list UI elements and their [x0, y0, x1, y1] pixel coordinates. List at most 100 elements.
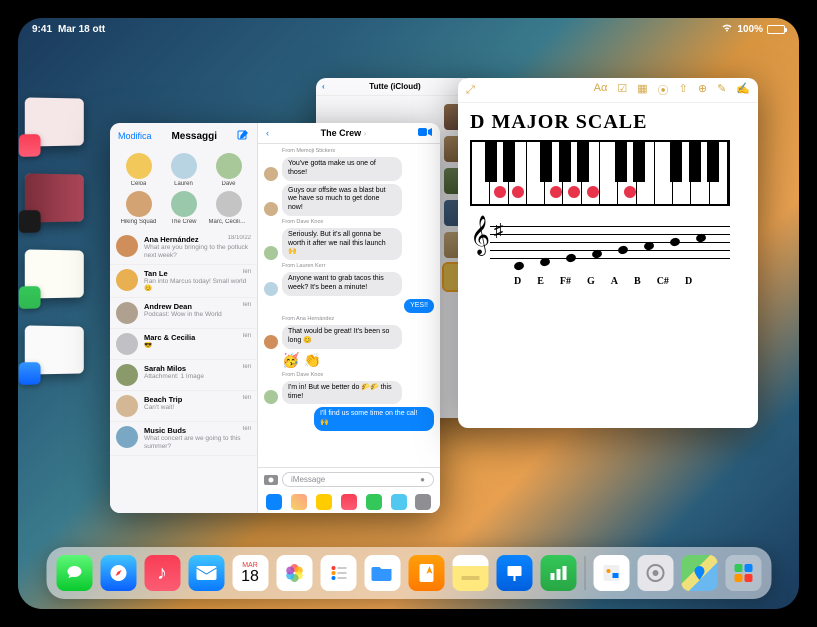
- conversation-row[interactable]: Ana Hernández18/10/22 What are you bring…: [110, 231, 257, 265]
- black-key: [615, 142, 627, 182]
- black-key: [689, 142, 701, 182]
- dock-messages-icon[interactable]: [56, 555, 92, 591]
- messages-window[interactable]: Modifica Messaggi CeloaLaurenDaveHiking …: [110, 123, 440, 513]
- avatar: [264, 167, 278, 181]
- conversation-row[interactable]: Sarah MilosIeri Attachment: 1 Image: [110, 360, 257, 391]
- note-label: C#: [657, 276, 669, 287]
- music-app-icon[interactable]: [341, 494, 357, 510]
- avatar: [116, 235, 138, 257]
- convo-preview: Ran into Marcus today! Small world 😊: [144, 278, 251, 294]
- dock-pages-icon[interactable]: [408, 555, 444, 591]
- avatar: [126, 191, 152, 217]
- dock-freeform-icon[interactable]: [593, 555, 629, 591]
- convo-preview: What concert are we going to this summer…: [144, 435, 251, 451]
- pinned-name: Celoa: [131, 181, 147, 187]
- table-icon[interactable]: ▦: [637, 82, 647, 98]
- pinned-name: Marc, Cecilia &…: [209, 219, 249, 225]
- message-row[interactable]: Guys our offsite was a blast but we have…: [264, 184, 434, 216]
- pinned-contact[interactable]: The Crew: [163, 191, 204, 225]
- digital-touch-icon[interactable]: [391, 494, 407, 510]
- fullscreen-icon[interactable]: ⤢: [466, 84, 475, 97]
- note-title: D MAJOR SCALE: [470, 111, 746, 134]
- sender-label: From Dave Knox: [282, 372, 434, 378]
- markup-icon[interactable]: ✎: [717, 82, 726, 98]
- message-row[interactable]: I'm in! But we better do 🌮🌮 this time!: [264, 381, 434, 405]
- staff-diagram: 𝄞 ♯: [470, 212, 730, 272]
- convo-name: Beach Trip: [144, 395, 182, 404]
- convo-name: Music Buds: [144, 426, 186, 435]
- message-input[interactable]: iMessage ●: [282, 472, 434, 487]
- camera-icon[interactable]: [264, 473, 278, 487]
- message-row[interactable]: You've gotta make us one of those!: [264, 157, 434, 181]
- notes-window[interactable]: ⤢ Aα ☑ ▦ ⦿ ⇧ ⊕ ✎ ✍ D MAJOR SCALE: [458, 78, 758, 428]
- conversation-row[interactable]: Andrew DeanIeri Podcast: Wow in the Worl…: [110, 298, 257, 329]
- conversation-row[interactable]: Music BudsIeri What concert are we going…: [110, 422, 257, 456]
- message-row[interactable]: Anyone want to grab tacos this week? It'…: [264, 272, 434, 296]
- dock-maps-icon[interactable]: [681, 555, 717, 591]
- dock-calendar-icon[interactable]: MAR 18: [232, 555, 268, 591]
- dock-notes-icon[interactable]: [452, 555, 488, 591]
- convo-preview: 😎: [144, 342, 251, 350]
- conversation-row[interactable]: Marc & CeciliaIeri 😎: [110, 329, 257, 360]
- edit-button[interactable]: Modifica: [118, 131, 152, 141]
- conversation-row[interactable]: Beach TripIeri Can't wait!: [110, 391, 257, 422]
- message-row[interactable]: I'll find us some time on the cal! 🙌: [264, 407, 434, 431]
- message-row[interactable]: That would be great! It's been so long 😊: [264, 325, 434, 349]
- pinned-name: The Crew: [170, 219, 196, 225]
- notes-body[interactable]: D MAJOR SCALE 𝄞 ♯ DEF#GABC#D: [458, 103, 758, 295]
- dock-app-library-icon[interactable]: [725, 555, 761, 591]
- camera-add-icon[interactable]: ⦿: [658, 82, 669, 98]
- convo-preview: Podcast: Wow in the World: [144, 311, 251, 319]
- new-note-icon[interactable]: ✍: [736, 82, 750, 98]
- tapback-icon[interactable]: 👏: [303, 352, 320, 369]
- scale-dot: [568, 186, 580, 198]
- dock-music-icon[interactable]: ♪: [144, 555, 180, 591]
- dock-separator: [584, 556, 585, 590]
- dock-photos-icon[interactable]: [276, 555, 312, 591]
- scale-dot: [494, 186, 506, 198]
- stickers-icon[interactable]: [366, 494, 382, 510]
- battery-pct: 100%: [737, 24, 763, 35]
- thread-name[interactable]: The Crew: [321, 128, 362, 138]
- compose-icon[interactable]: [237, 129, 249, 143]
- black-key: [485, 142, 497, 182]
- more-icon[interactable]: ⊕: [698, 82, 707, 98]
- piano-diagram: [470, 140, 730, 206]
- message-row[interactable]: Seriously. But it's all gonna be worth i…: [264, 228, 434, 260]
- mic-icon[interactable]: ●: [420, 475, 425, 484]
- pinned-contact[interactable]: Dave: [208, 153, 249, 187]
- message-row[interactable]: YES!!: [264, 299, 434, 314]
- pinned-contact[interactable]: Hiking Squad: [118, 191, 159, 225]
- dock-files-icon[interactable]: [364, 555, 400, 591]
- share-icon[interactable]: ⇧: [679, 82, 688, 98]
- text-style-icon[interactable]: Aα: [594, 82, 608, 98]
- checklist-icon[interactable]: ☑: [617, 82, 627, 98]
- dock-numbers-icon[interactable]: [540, 555, 576, 591]
- photos-app-icon[interactable]: [291, 494, 307, 510]
- note-label: D: [514, 276, 521, 287]
- memoji-icon[interactable]: [316, 494, 332, 510]
- app-store-icon[interactable]: [266, 494, 282, 510]
- message-bubble: Anyone want to grab tacos this week? It'…: [282, 272, 402, 296]
- note-label: B: [634, 276, 641, 287]
- more-apps-icon[interactable]: [415, 494, 431, 510]
- conversation-row[interactable]: Tan LeIeri Ran into Marcus today! Small …: [110, 265, 257, 299]
- black-key: [503, 142, 515, 182]
- convo-time: Ieri: [243, 333, 251, 342]
- dock-safari-icon[interactable]: [100, 555, 136, 591]
- thread-back-icon[interactable]: ‹: [266, 128, 269, 138]
- avatar: [264, 282, 278, 296]
- note-label: A: [611, 276, 618, 287]
- dock-settings-icon[interactable]: [637, 555, 673, 591]
- facetime-icon[interactable]: [418, 127, 432, 139]
- back-icon[interactable]: ‹: [322, 82, 325, 91]
- dock-reminders-icon[interactable]: [320, 555, 356, 591]
- avatar: [264, 202, 278, 216]
- avatar: [216, 191, 242, 217]
- dock-keynote-icon[interactable]: [496, 555, 532, 591]
- tapback-icon[interactable]: 🥳: [282, 352, 299, 369]
- pinned-contact[interactable]: Lauren: [163, 153, 204, 187]
- dock-mail-icon[interactable]: [188, 555, 224, 591]
- pinned-contact[interactable]: Marc, Cecilia &…: [208, 191, 249, 225]
- pinned-contact[interactable]: Celoa: [118, 153, 159, 187]
